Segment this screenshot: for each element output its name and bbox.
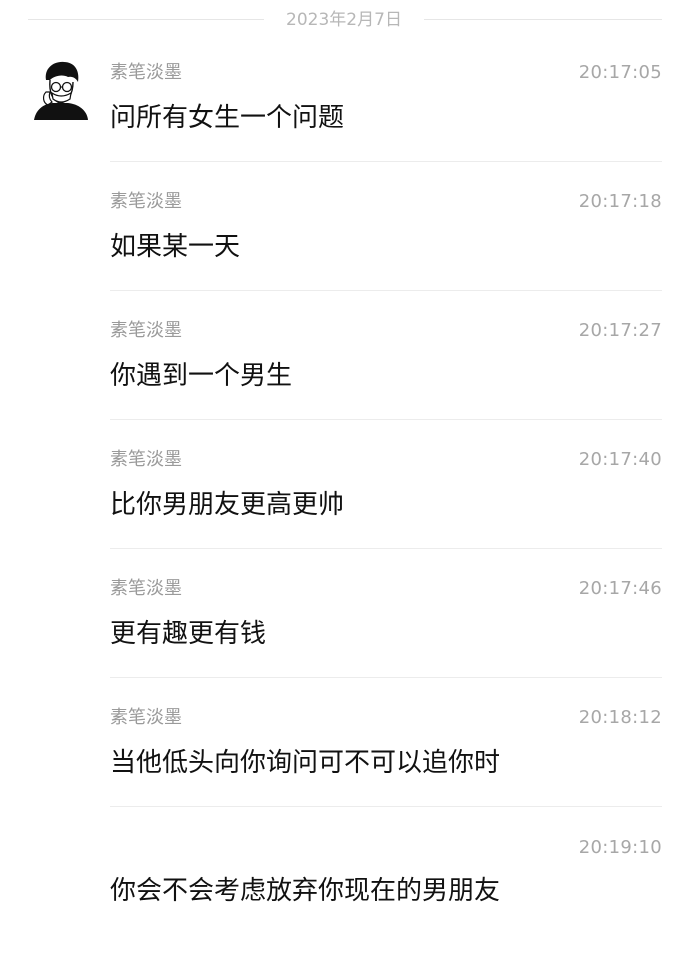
sender-name: 素笔淡墨 [110,62,182,83]
message-timestamp: 20:17:27 [578,320,662,341]
message-text: 你遇到一个男生 [110,361,293,391]
sender-name: 素笔淡墨 [110,320,182,341]
chat-message[interactable]: 素笔淡墨 20:17:40 比你男朋友更高更帅 [110,447,662,575]
chat-message[interactable]: 素笔淡墨 20:17:05 问所有女生一个问题 [110,60,662,188]
date-separator-line-left [28,19,264,20]
sender-name: 素笔淡墨 [110,707,182,728]
chat-message[interactable]: 素笔淡墨 20:17:18 如果某一天 [110,189,662,317]
sender-name: 素笔淡墨 [110,449,182,470]
date-separator-label: 2023年2月7日 [286,10,402,30]
chat-message[interactable]: 素笔淡墨 20:18:12 当他低头向你询问可不可以追你时 [110,705,662,833]
message-timestamp: 20:19:10 [578,837,662,858]
message-divider [110,548,662,549]
message-timestamp: 20:18:12 [578,707,662,728]
message-text: 问所有女生一个问题 [110,103,345,133]
chat-message[interactable]: 素笔淡墨 20:17:27 你遇到一个男生 [110,318,662,446]
message-timestamp: 20:17:18 [578,191,662,212]
avatar[interactable] [32,58,90,120]
message-divider [110,161,662,162]
message-divider [110,419,662,420]
message-text: 更有趣更有钱 [110,619,267,649]
message-text: 如果某一天 [110,232,241,262]
message-divider [110,290,662,291]
chat-message[interactable]: 素笔淡墨 20:17:46 更有趣更有钱 [110,576,662,704]
sender-name: 素笔淡墨 [110,191,182,212]
message-text: 当他低头向你询问可不可以追你时 [110,748,501,778]
sender-name: 素笔淡墨 [110,578,182,599]
date-separator: 2023年2月7日 [0,8,690,32]
message-timestamp: 20:17:05 [578,62,662,83]
message-text: 比你男朋友更高更帅 [110,490,345,520]
message-divider [110,806,662,807]
date-separator-line-right [424,19,662,20]
chat-message[interactable]: 20:19:10 你会不会考虑放弃你现在的男朋友 [110,835,662,963]
message-timestamp: 20:17:46 [578,578,662,599]
avatar-sketch-icon [34,61,88,120]
message-text: 你会不会考虑放弃你现在的男朋友 [110,876,501,906]
message-divider [110,677,662,678]
message-timestamp: 20:17:40 [578,449,662,470]
